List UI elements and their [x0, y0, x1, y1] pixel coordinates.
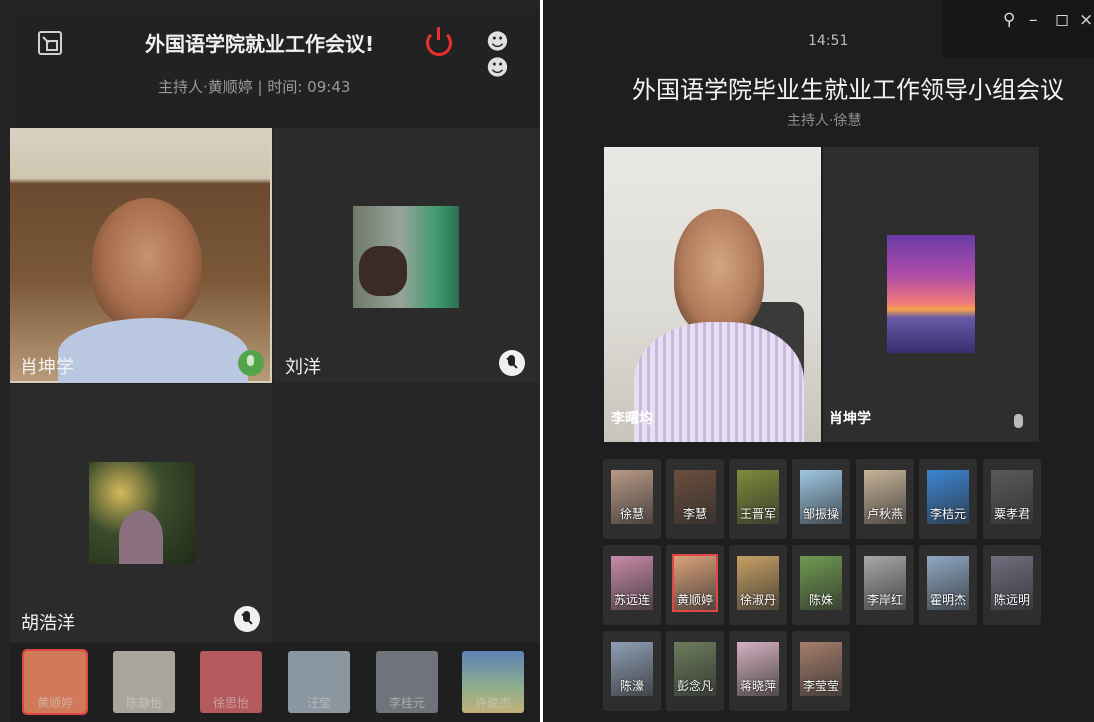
attendee-name: 邹振操 [802, 507, 839, 521]
strip-participant[interactable]: 陈静怡 [113, 651, 175, 713]
video-tile-3[interactable]: 胡浩洋 [10, 384, 272, 642]
window-controls: ⚲ – ◻ × [943, 0, 1094, 58]
attendee-avatar: 粟孝君 [991, 470, 1033, 524]
attendee-cell[interactable]: 李岸红 [856, 545, 914, 625]
meeting-host: 主持人·徐慧 [787, 113, 862, 129]
attendee-avatar: 李莹莹 [800, 642, 842, 696]
attendee-avatar: 李岸红 [864, 556, 906, 610]
clock: 14:51 [808, 33, 849, 49]
mic-muted-icon [499, 350, 525, 376]
maximize-icon[interactable]: ◻ [1055, 10, 1069, 30]
close-icon[interactable]: × [1079, 10, 1093, 30]
video-tile-2[interactable]: 刘洋 [273, 128, 540, 383]
attendee-avatar: 徐慧 [611, 470, 653, 524]
left-meeting-window: 外国语学院就业工作会议! ☻☻ 主持人·黄顺婷 | 时间: 09:43 肖坤学 … [0, 0, 540, 722]
attendee-avatar: 黄顺婷 [672, 554, 718, 612]
attendee-avatar: 彭念凡 [674, 642, 716, 696]
mic-muted-icon [234, 606, 260, 632]
participant-strip: 黄顺婷 陈静怡 徐思怡 汪莹 李桂元 许俊杰 [10, 643, 540, 722]
attendee-avatar: 陈濠 [611, 642, 653, 696]
attendee-avatar: 徐淑丹 [737, 556, 779, 610]
attendee-cell[interactable]: 陈姝 [792, 545, 850, 625]
attendee-cell[interactable]: 霍明杰 [919, 545, 977, 625]
attendee-avatar: 李慧 [674, 470, 716, 524]
attendee-cell[interactable]: 彭念凡 [666, 631, 724, 711]
participant-name: 胡浩洋 [21, 613, 75, 634]
attendee-name: 陈濠 [619, 679, 644, 693]
participant-name: 刘洋 [285, 357, 321, 378]
video-tile-1[interactable]: 肖坤学 [10, 128, 272, 383]
attendee-cell[interactable]: 王晋军 [729, 459, 787, 539]
attendee-avatar: 陈远明 [991, 556, 1033, 610]
attendee-cell[interactable]: 卢秋燕 [856, 459, 914, 539]
strip-participant[interactable]: 徐思怡 [200, 651, 262, 713]
participant-avatar [89, 462, 195, 564]
attendee-avatar: 李桔元 [927, 470, 969, 524]
attendee-name: 苏远连 [613, 593, 650, 607]
participant-name: 肖坤学 [829, 411, 871, 427]
strip-participant[interactable]: 许俊杰 [462, 651, 524, 713]
attendee-cell[interactable]: 陈濠 [603, 631, 661, 711]
empty-tile [273, 384, 540, 642]
speaking-icon [238, 350, 264, 376]
strip-participant[interactable]: 李桂元 [376, 651, 438, 713]
attendee-name: 粟孝君 [993, 507, 1030, 521]
minimize-icon[interactable]: – [1029, 10, 1038, 30]
participant-name: 肖坤学 [20, 357, 74, 378]
main-video-2[interactable]: 肖坤学 [823, 147, 1039, 442]
attendee-avatar: 陈姝 [800, 556, 842, 610]
attendee-name: 蒋晓萍 [739, 679, 776, 693]
participant-avatar [353, 206, 459, 308]
attendee-name: 卢秋燕 [866, 507, 903, 521]
leave-meeting-icon[interactable] [426, 27, 452, 56]
attendee-cell[interactable]: 陈远明 [983, 545, 1041, 625]
attendee-cell[interactable]: 李慧 [666, 459, 724, 539]
attendee-name: 李慧 [682, 507, 707, 521]
attendee-name: 李桔元 [929, 507, 966, 521]
meeting-title: 外国语学院就业工作会议! [145, 32, 375, 56]
participant-avatar [887, 235, 975, 353]
attendee-cell[interactable]: 徐淑丹 [729, 545, 787, 625]
attendee-name: 陈姝 [808, 593, 833, 607]
attendee-avatar: 苏远连 [611, 556, 653, 610]
right-meeting-window: ⚲ – ◻ × 14:51 外国语学院毕业生就业工作领导小组会议 主持人·徐慧 … [543, 0, 1094, 722]
strip-participant[interactable]: 黄顺婷 [22, 649, 88, 715]
attendee-name: 徐慧 [619, 507, 644, 521]
attendee-cell[interactable]: 黄顺婷 [666, 545, 724, 625]
attendee-cell[interactable]: 粟孝君 [983, 459, 1041, 539]
attendee-cell[interactable]: 徐慧 [603, 459, 661, 539]
meeting-host-time: 主持人·黄顺婷 | 时间: 09:43 [158, 78, 351, 96]
attendee-cell[interactable]: 李桔元 [919, 459, 977, 539]
meeting-header: 外国语学院就业工作会议! ☻☻ 主持人·黄顺婷 | 时间: 09:43 [10, 10, 540, 128]
attendee-name: 陈远明 [993, 593, 1030, 607]
attendee-name: 徐淑丹 [739, 593, 776, 607]
participant-name: 李曙均 [611, 411, 653, 427]
attendee-name: 黄顺婷 [676, 593, 713, 607]
attendee-avatar: 卢秋燕 [864, 470, 906, 524]
attendee-avatar: 霍明杰 [927, 556, 969, 610]
pin-icon[interactable]: ⚲ [1003, 10, 1015, 30]
attendee-name: 李莹莹 [802, 679, 839, 693]
attendee-cell[interactable]: 苏远连 [603, 545, 661, 625]
attendee-avatar: 邹振操 [800, 470, 842, 524]
mic-icon [1014, 414, 1023, 428]
participant-video [10, 128, 270, 383]
attendee-name: 王晋军 [739, 507, 776, 521]
attendee-name: 彭念凡 [676, 679, 713, 693]
attendee-cell[interactable]: 邹振操 [792, 459, 850, 539]
members-icon[interactable]: ☻☻ [486, 30, 520, 81]
attendee-name: 李岸红 [866, 593, 903, 607]
attendee-cell[interactable]: 李莹莹 [792, 631, 850, 711]
attendee-avatar: 蒋晓萍 [737, 642, 779, 696]
attendee-cell[interactable]: 蒋晓萍 [729, 631, 787, 711]
strip-participant[interactable]: 汪莹 [288, 651, 350, 713]
attendee-name: 霍明杰 [929, 593, 966, 607]
meeting-title: 外国语学院毕业生就业工作领导小组会议 [632, 76, 1064, 104]
exit-fullscreen-icon[interactable] [38, 31, 62, 55]
main-video-1[interactable]: 李曙均 [604, 147, 821, 442]
attendee-avatar: 王晋军 [737, 470, 779, 524]
